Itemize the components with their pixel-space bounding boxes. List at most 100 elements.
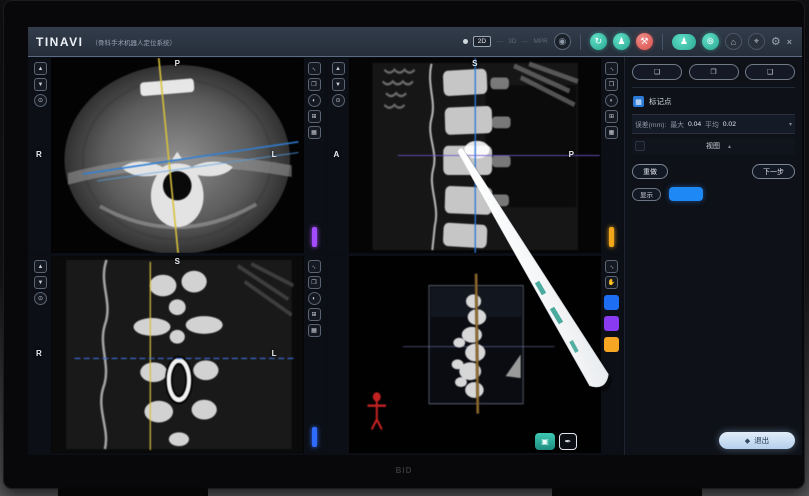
slice-down-button[interactable]: ▼ [332, 78, 345, 91]
next-step-button[interactable]: 下一步 [752, 164, 795, 179]
view-thumb [635, 141, 645, 151]
sidebar-tab-1[interactable]: ❏ [632, 64, 682, 80]
active-toggle[interactable] [669, 187, 703, 201]
pan-hand-icon[interactable]: ✋ [605, 276, 618, 289]
orientation-label: L [272, 150, 277, 159]
slice-up-button[interactable]: ▲ [34, 62, 47, 75]
orientation-label: A [334, 150, 340, 159]
center-button[interactable]: ⊙ [34, 94, 47, 107]
coronal-right-toolbar: ↔ ❐ ◐ ⊞ ▦ [304, 256, 325, 453]
view-collapse-row[interactable]: 视图 ▴ [632, 138, 795, 154]
max-label: 最大 [670, 119, 684, 129]
volume-canvas[interactable]: ▣ ✒ [349, 256, 602, 453]
user-status-button[interactable]: ♟ [672, 34, 696, 50]
viewport-grid: ▲ ▼ ⊙ [28, 57, 624, 455]
desk-object [552, 487, 702, 496]
slice-up-button[interactable]: ▲ [332, 62, 345, 75]
sagittal-slice-indicator [609, 227, 614, 247]
axial-slice-indicator [312, 227, 317, 247]
coronal-ct-image [51, 256, 304, 453]
grid-icon[interactable]: ⊞ [308, 110, 321, 123]
contrast-icon[interactable]: ◐ [308, 94, 321, 107]
section-header: ▦ 标记点 [632, 93, 795, 110]
orientation-label: P [175, 59, 180, 68]
header-bar: TINAVI （骨科手术机器人定位系统） 2D — 3D — MPR ◉ ↻ ♟… [28, 27, 802, 57]
tool-alert-button[interactable]: ⚒ [636, 33, 653, 50]
patient-button[interactable]: ♟ [613, 33, 630, 50]
settings-gear-icon[interactable]: ⚙ [771, 35, 781, 48]
registration-error-row: 误差(mm): 最大 0.04 平均 0.02 ▾ [632, 114, 795, 134]
layout-option-mpr[interactable]: MPR [533, 38, 547, 45]
coronal-slice-indicator [312, 427, 317, 447]
orientation-label: R [36, 349, 42, 358]
monitor-brand-logo: BlD [396, 466, 413, 475]
axial-canvas[interactable]: P L [51, 58, 304, 253]
volume-left-strip [328, 256, 349, 453]
viewport-3d[interactable]: ▣ ✒ ↔ ✋ [328, 256, 623, 453]
exit-label: 退出 [754, 435, 769, 446]
home-button[interactable]: ⌂ [725, 33, 742, 50]
section-title: 标记点 [649, 96, 672, 107]
close-icon[interactable]: × [787, 37, 792, 47]
orientation-label: R [36, 150, 42, 159]
slice-up-button[interactable]: ▲ [34, 260, 47, 273]
sagittal-right-toolbar: ↔ ❐ ◐ ⊞ ▦ [601, 58, 622, 253]
locate-button[interactable]: ⌖ [748, 33, 765, 50]
slice-down-button[interactable]: ▼ [34, 78, 47, 91]
layout-option-3d[interactable]: 3D [508, 38, 516, 45]
grid-small-icon[interactable]: ▦ [605, 126, 618, 139]
expand-icon[interactable]: ↔ [605, 62, 618, 75]
grid-small-icon[interactable]: ▦ [308, 324, 321, 337]
target-icon[interactable]: ◉ [554, 33, 571, 50]
orientation-label: S [472, 59, 477, 68]
volume-right-toolbar: ↔ ✋ [601, 256, 622, 453]
expand-icon[interactable]: ↔ [308, 260, 321, 273]
grid-small-icon[interactable]: ▦ [308, 126, 321, 139]
amber-view-button[interactable] [604, 337, 619, 352]
camera-status-button[interactable]: ⊚ [702, 33, 719, 50]
coronal-canvas[interactable]: S L [51, 256, 304, 453]
contrast-icon[interactable]: ◐ [308, 292, 321, 305]
blue-view-button[interactable] [604, 295, 619, 310]
sagittal-canvas[interactable]: S P [349, 58, 602, 253]
chevron-down-icon[interactable]: ▾ [789, 121, 792, 128]
expand-icon[interactable]: ↔ [605, 260, 618, 273]
probe-tool-button[interactable]: ✒ [559, 433, 577, 450]
layout-chip[interactable]: 2D [473, 36, 491, 47]
exit-button[interactable]: ◆ 退出 [719, 432, 795, 449]
layers-icon[interactable]: ❐ [308, 276, 321, 289]
screen: TINAVI （骨科手术机器人定位系统） 2D — 3D — MPR ◉ ↻ ♟… [28, 27, 802, 455]
exit-icon: ◆ [745, 437, 750, 445]
view-label: 视图 [706, 141, 720, 151]
viewport-sagittal[interactable]: ▲ ▼ ⊙ [328, 58, 623, 253]
sidebar-tab-2[interactable]: ❐ [689, 64, 739, 80]
monitor-bezel: TINAVI （骨科手术机器人定位系统） 2D — 3D — MPR ◉ ↻ ♟… [3, 0, 805, 489]
layers-icon[interactable]: ❐ [605, 78, 618, 91]
layout-switcher: 2D — 3D — MPR [463, 36, 548, 47]
slice-down-button[interactable]: ▼ [34, 276, 47, 289]
sagittal-ct-image [349, 58, 602, 253]
sync-button[interactable]: ↻ [590, 33, 607, 50]
grid-icon[interactable]: ⊞ [308, 308, 321, 321]
grid-icon[interactable]: ⊞ [605, 110, 618, 123]
contrast-icon[interactable]: ◐ [605, 94, 618, 107]
marker-section-icon: ▦ [633, 96, 644, 107]
sidebar-tab-3[interactable]: ❑ [745, 64, 795, 80]
volume-3d-image [349, 256, 602, 453]
purple-view-button[interactable] [604, 316, 619, 331]
viewport-axial[interactable]: ▲ ▼ ⊙ [30, 58, 325, 253]
center-button[interactable]: ⊙ [332, 94, 345, 107]
brand-logo: TINAVI [36, 35, 83, 49]
chevron-up-icon[interactable]: ▴ [728, 143, 731, 150]
orientation-label: L [272, 349, 277, 358]
axial-right-toolbar: ↔ ❐ ◐ ⊞ ▦ [304, 58, 325, 253]
avg-label: 平均 [705, 119, 719, 129]
center-button[interactable]: ⊙ [34, 292, 47, 305]
layers-icon[interactable]: ❐ [308, 78, 321, 91]
redo-button[interactable]: 重做 [632, 164, 668, 179]
view-3d-button[interactable]: ▣ [535, 433, 555, 450]
show-button[interactable]: 显示 [632, 188, 661, 201]
control-sidebar: ❏ ❐ ❑ ▦ 标记点 误差(mm): 最大 0.04 平均 0.02 ▾ [624, 57, 802, 455]
expand-icon[interactable]: ↔ [308, 62, 321, 75]
viewport-coronal[interactable]: ▲ ▼ ⊙ [30, 256, 325, 453]
